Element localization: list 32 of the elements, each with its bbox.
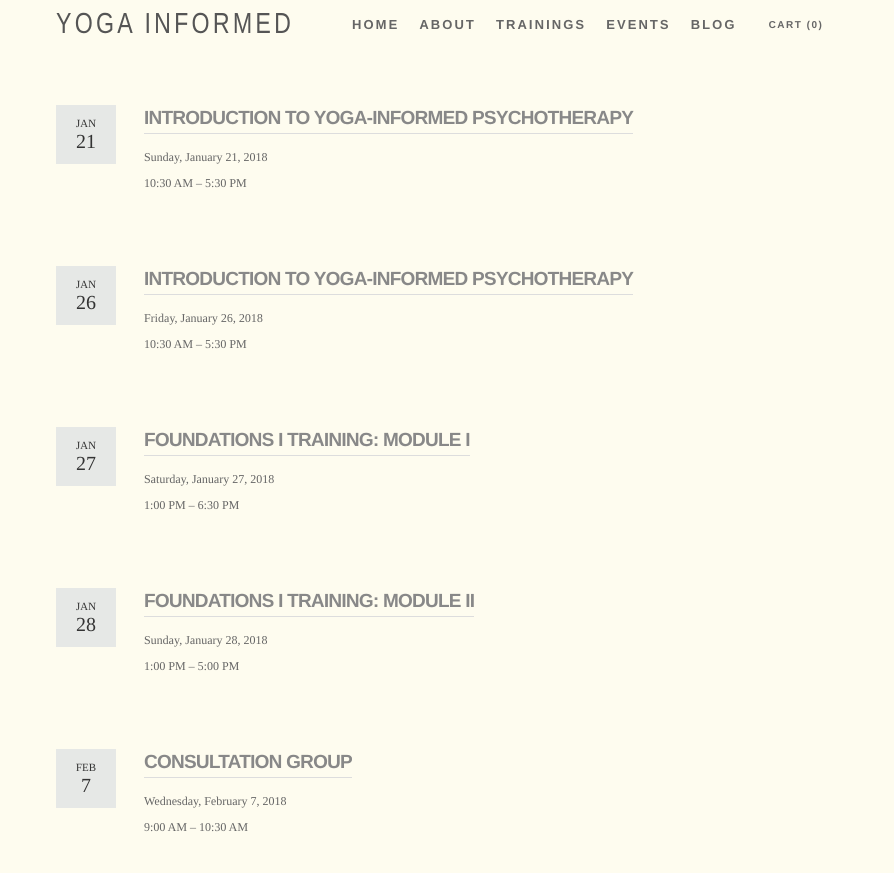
event-date: Wednesday, February 7, 2018 bbox=[144, 793, 287, 810]
nav-link[interactable]: ABOUT bbox=[419, 15, 476, 35]
event-time: 10:30 AM – 5:30 PM bbox=[144, 336, 247, 353]
nav-link[interactable]: HOME bbox=[352, 15, 400, 35]
month-label: JAN bbox=[76, 278, 96, 292]
event-title-link[interactable]: INTRODUCTION TO YOGA-INFORMED PSYCHOTHERAPY bbox=[144, 267, 634, 295]
month-label: FEB bbox=[76, 760, 96, 774]
event-date: Friday, January 26, 2018 bbox=[144, 310, 263, 327]
month-label: JAN bbox=[76, 116, 96, 130]
nav-link[interactable]: BLOG bbox=[690, 15, 737, 35]
nav-link[interactable]: EVENTS bbox=[606, 15, 671, 35]
event-time: 10:30 AM – 5:30 PM bbox=[144, 175, 247, 192]
cart-link[interactable]: CART (0) bbox=[768, 18, 824, 32]
event-title-link[interactable]: INTRODUCTION TO YOGA-INFORMED PSYCHOTHERAPY bbox=[144, 106, 634, 134]
day-number: 28 bbox=[76, 614, 96, 636]
event-time: 9:00 AM – 10:30 AM bbox=[144, 819, 248, 836]
nav-link[interactable]: TRAININGS bbox=[496, 15, 586, 35]
event-time: 1:00 PM – 5:00 PM bbox=[144, 658, 240, 675]
event-time: 1:00 PM – 6:30 PM bbox=[144, 497, 240, 514]
site-logo[interactable]: YOGA INFORMED bbox=[56, 3, 293, 47]
event-date: Sunday, January 28, 2018 bbox=[144, 632, 268, 649]
event-title-link[interactable]: CONSULTATION GROUP bbox=[144, 750, 352, 778]
month-label: JAN bbox=[76, 600, 96, 614]
day-number: 7 bbox=[81, 774, 91, 796]
day-number: 21 bbox=[76, 130, 96, 152]
event-date: Saturday, January 27, 2018 bbox=[144, 471, 274, 488]
month-label: JAN bbox=[76, 438, 96, 452]
event-title-link[interactable]: FOUNDATIONS I TRAINING: MODULE I bbox=[144, 428, 470, 456]
event-title-link[interactable]: FOUNDATIONS I TRAINING: MODULE II bbox=[144, 589, 474, 617]
event-date: Sunday, January 21, 2018 bbox=[144, 149, 268, 166]
day-number: 27 bbox=[76, 452, 96, 474]
day-number: 26 bbox=[76, 292, 96, 314]
